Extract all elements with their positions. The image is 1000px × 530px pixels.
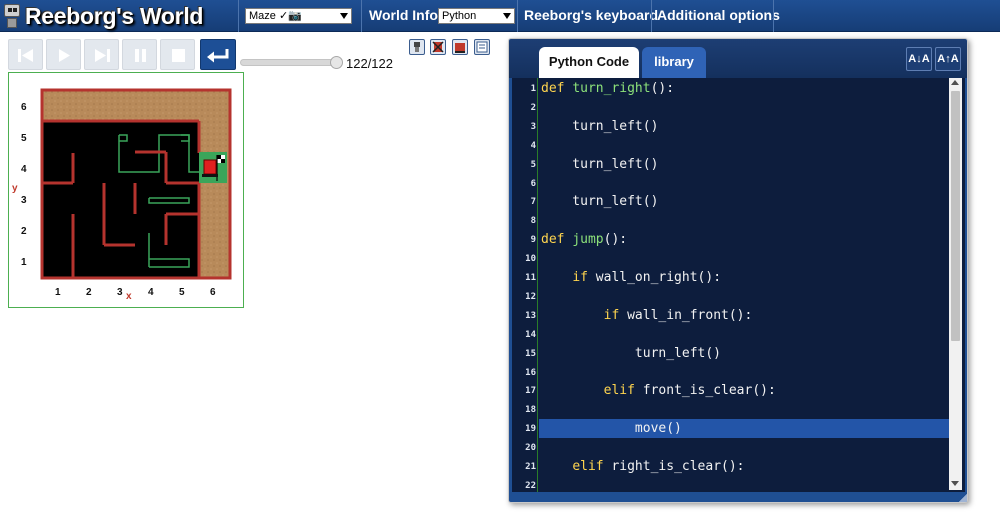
line-number: 7 [530, 197, 536, 208]
chevron-down-icon [503, 13, 511, 19]
line-number: 18 [525, 405, 536, 416]
world-canvas: 6 5 4 3 2 1 y 1 2 3 4 5 6 x [8, 72, 244, 308]
code-editor-dialog: Python Code library A↓A A↑A 1 2 3 4 5 6 7 8 9 10 1… [508, 38, 968, 503]
code-line[interactable]: elif right_is_clear(): [541, 459, 744, 474]
line-number: 20 [525, 443, 536, 454]
line-number: 16 [525, 367, 536, 378]
language-select-value: Python [442, 10, 477, 22]
pause-icon [135, 49, 146, 62]
notes-icon[interactable] [474, 39, 490, 55]
scrollbar-thumb[interactable] [951, 91, 960, 341]
line-number: 22 [525, 480, 536, 491]
line-number: 8 [530, 216, 536, 227]
tab-python-code[interactable]: Python Code [539, 47, 639, 78]
code-line[interactable]: def turn_right(): [541, 81, 674, 96]
x-tick-6: 6 [210, 287, 216, 298]
run-button[interactable] [46, 39, 81, 70]
line-number: 19 [525, 424, 536, 435]
tab-library[interactable]: library [642, 47, 706, 78]
code-area[interactable]: 1 2 3 4 5 6 7 8 9 10 11 12 13 14 15 16 17 18 19 20 21 22 def … [512, 78, 965, 492]
world-select-value: Maze ✓📷 [249, 10, 302, 22]
line-number: 4 [530, 140, 536, 151]
line-number: 9 [530, 235, 536, 246]
return-arrow-icon [207, 49, 229, 63]
stop-icon [172, 49, 185, 62]
code-line[interactable]: turn_left() [541, 194, 658, 209]
chevron-down-icon [340, 13, 348, 19]
step-icon [95, 49, 110, 62]
x-tick-2: 2 [86, 287, 92, 298]
code-line[interactable]: if wall_on_right(): [541, 270, 721, 285]
line-gutter: 1 2 3 4 5 6 7 8 9 10 11 12 13 14 15 16 17 18 19 20 21 22 [512, 78, 538, 492]
editor-tab-bar: Python Code library A↓A A↑A [509, 39, 967, 78]
x-tick-5: 5 [179, 287, 185, 298]
keyboard-link[interactable]: Reeborg's keyboard [524, 0, 658, 32]
play-icon [59, 49, 70, 62]
scroll-up-arrow-icon[interactable] [951, 80, 959, 85]
x-axis-ticks: 1 2 3 4 5 6 [55, 287, 216, 298]
line-number: 5 [530, 159, 536, 170]
language-select[interactable]: Python [438, 8, 515, 24]
x-tick-3: 3 [117, 287, 123, 298]
line-number: 1 [530, 84, 536, 94]
y-axis-ticks: 6 5 4 3 2 1 [21, 102, 27, 268]
robot-icon [203, 159, 217, 175]
speed-slider[interactable] [240, 59, 340, 66]
decrease-font-button[interactable]: A↓A [906, 47, 932, 71]
pause-button[interactable] [122, 39, 157, 70]
app-title: Reeborg's World [25, 2, 204, 29]
reload-button[interactable] [200, 39, 236, 70]
code-line[interactable]: turn_left() [541, 157, 658, 172]
maze-floor [42, 121, 199, 278]
y-tick-5: 5 [21, 133, 27, 144]
code-line[interactable]: def jump(): [541, 232, 627, 247]
world-info-link[interactable]: World Info [369, 0, 438, 32]
stop-button[interactable] [160, 39, 195, 70]
increase-font-button[interactable]: A↑A [935, 47, 961, 71]
maze-world: 6 5 4 3 2 1 y 1 2 3 4 5 6 x [12, 88, 232, 302]
line-number: 11 [525, 273, 536, 283]
speed-slider-thumb[interactable] [330, 56, 343, 69]
code-line[interactable]: turn_left() [541, 119, 658, 134]
line-number: 6 [530, 178, 536, 189]
line-number: 14 [525, 329, 536, 340]
robot-details-icon[interactable] [409, 39, 425, 55]
world-edit-icon[interactable] [430, 39, 446, 55]
line-number: 3 [530, 121, 536, 132]
x-tick-4: 4 [148, 287, 154, 298]
scroll-down-arrow-icon[interactable] [951, 481, 959, 486]
objects-icon[interactable] [452, 39, 468, 55]
line-number: 17 [525, 386, 536, 397]
y-tick-3: 3 [21, 195, 27, 206]
world-select[interactable]: Maze ✓📷 [245, 8, 352, 24]
line-number: 10 [525, 254, 536, 265]
code-line[interactable]: move() [541, 421, 682, 436]
step-button[interactable] [84, 39, 119, 70]
resize-grip-icon[interactable] [959, 494, 967, 502]
additional-options-link[interactable]: Additional options [657, 0, 780, 32]
line-number: 12 [525, 291, 536, 302]
code-line[interactable]: if wall_in_front(): [541, 308, 753, 323]
y-tick-4: 4 [21, 164, 27, 175]
y-tick-2: 2 [21, 226, 27, 237]
code-line[interactable]: elif front_is_clear(): [541, 383, 776, 398]
code-line[interactable]: turn_left() [541, 346, 721, 361]
y-axis-name: y [12, 183, 18, 194]
reeborg-robot-icon [2, 3, 22, 29]
y-tick-1: 1 [21, 257, 27, 268]
top-navbar: Reeborg's World Maze ✓📷 World Info Pytho… [0, 0, 1000, 32]
line-number: 2 [530, 102, 536, 113]
reverse-step-button[interactable] [8, 39, 43, 70]
y-tick-6: 6 [21, 102, 27, 113]
logo: Reeborg's World [0, 0, 203, 32]
line-number: 13 [525, 310, 536, 321]
x-tick-1: 1 [55, 287, 61, 298]
x-axis-name: x [126, 291, 132, 302]
line-number: 21 [525, 462, 536, 472]
reverse-step-icon [18, 49, 33, 62]
step-counter: 122/122 [346, 56, 393, 71]
line-number: 15 [525, 348, 536, 359]
